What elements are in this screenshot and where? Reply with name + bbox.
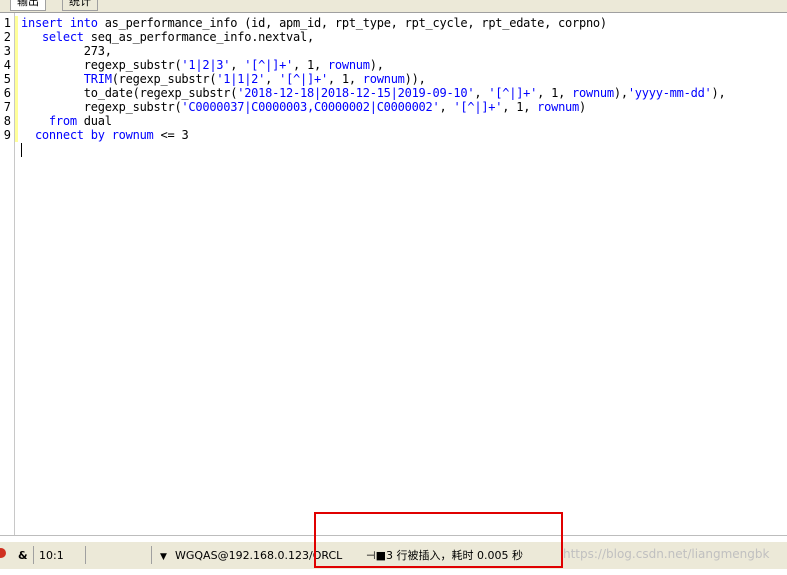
highlight-box: [314, 512, 563, 568]
keyword: select: [41, 30, 84, 44]
code-text: as_performance_info (id, apm_id, rpt_typ…: [97, 16, 607, 30]
keyword: rownum: [572, 86, 614, 100]
code-text: ),: [613, 86, 628, 100]
code-line: TRIM(regexp_substr('1|1|2', '[^|]+', 1, …: [21, 72, 426, 86]
string-literal: 'C0000037|C0000003,C0000002|C0000002': [181, 100, 440, 114]
keyword: rownum: [111, 128, 154, 142]
line-number: 3: [3, 44, 11, 58]
divider: [33, 546, 34, 564]
string-literal: '2018-12-18|2018-12-15|2019-09-10': [237, 86, 475, 100]
code-text: (regexp_substr(: [111, 72, 217, 86]
modified-lines-marker: [15, 16, 18, 142]
code-text: , 1,: [537, 86, 573, 100]
string-literal: '[^|]+': [453, 100, 503, 114]
cursor-position: 10:1: [39, 549, 64, 562]
divider: [151, 546, 152, 564]
code-text: dual: [76, 114, 112, 128]
code-text: ,: [230, 58, 245, 72]
code-line: regexp_substr('1|2|3', '[^|]+', 1, rownu…: [21, 58, 384, 72]
line-number: 2: [3, 30, 11, 44]
watermark: https://blog.csdn.net/liangmengbk: [563, 547, 770, 561]
code-text: regexp_substr(: [21, 100, 182, 114]
line-number: 5: [3, 72, 11, 86]
record-icon[interactable]: [0, 548, 6, 558]
string-literal: 'yyyy-mm-dd': [627, 86, 712, 100]
string-literal: '1|2|3': [181, 58, 231, 72]
line-number: 9: [3, 128, 11, 142]
code-text: )),: [404, 72, 426, 86]
code-line: insert into as_performance_info (id, apm…: [21, 16, 607, 30]
code-line: regexp_substr('C0000037|C0000003,C000000…: [21, 100, 586, 114]
line-number-gutter: 1 2 3 4 5 6 7 8 9: [0, 13, 15, 535]
code-line: from dual: [21, 114, 112, 128]
code-text: ,: [265, 72, 280, 86]
code-text: seq_as_performance_info.nextval,: [83, 30, 314, 44]
line-number: 7: [3, 100, 11, 114]
code-text: , 1,: [327, 72, 363, 86]
code-text: ),: [711, 86, 726, 100]
code-text: ,: [474, 86, 489, 100]
keyword: from: [48, 114, 77, 128]
text-caret: [21, 143, 22, 157]
function-name: TRIM: [83, 72, 112, 86]
dropdown-arrow-icon[interactable]: ▼: [160, 550, 167, 564]
code-text: , 1,: [502, 100, 538, 114]
code-text: , 1,: [293, 58, 328, 72]
code-text: ),: [369, 58, 384, 72]
keyword: connect by: [34, 128, 105, 142]
keyword: rownum: [537, 100, 579, 114]
code-text: <= 3: [153, 128, 189, 142]
string-literal: '[^|]+': [279, 72, 328, 86]
line-number: 6: [3, 86, 11, 100]
line-number: 8: [3, 114, 11, 128]
line-number: 4: [3, 58, 11, 72]
tab-statistics[interactable]: 统计: [62, 0, 98, 11]
code-line: to_date(regexp_substr('2018-12-18|2018-1…: [21, 86, 726, 100]
code-line: connect by rownum <= 3: [21, 128, 189, 142]
substitution-indicator: &: [18, 549, 28, 562]
string-literal: '1|1|2': [216, 72, 266, 86]
code-text: to_date(regexp_substr(: [21, 86, 238, 100]
keyword: rownum: [327, 58, 370, 72]
keyword: rownum: [362, 72, 405, 86]
sql-editor[interactable]: 1 2 3 4 5 6 7 8 9 insert into as_perform…: [0, 13, 787, 536]
string-literal: '[^|]+': [244, 58, 294, 72]
divider: [85, 546, 86, 564]
code-line: 273,: [21, 44, 112, 58]
code-text: ,: [439, 100, 454, 114]
code-line: select seq_as_performance_info.nextval,: [21, 30, 314, 44]
code-text: 273,: [21, 44, 112, 58]
tab-output[interactable]: 输出: [10, 0, 46, 11]
keyword: insert into: [21, 16, 98, 30]
string-literal: '[^|]+': [488, 86, 538, 100]
output-tab-bar: 输出 统计: [0, 0, 787, 13]
line-number: 1: [3, 16, 11, 30]
code-text: regexp_substr(: [21, 58, 182, 72]
code-text: ): [579, 100, 586, 114]
